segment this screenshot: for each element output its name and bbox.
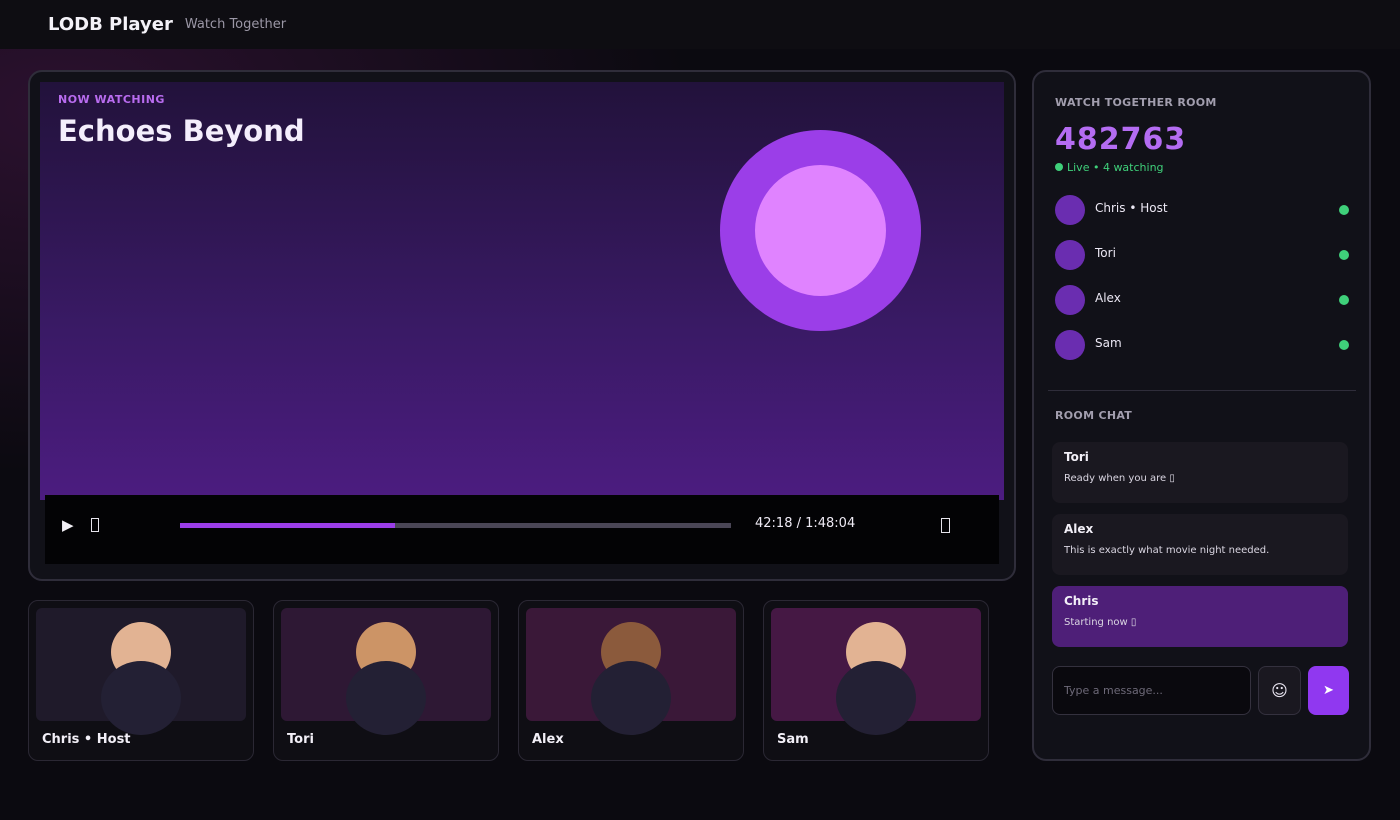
chat-label: ROOM CHAT bbox=[1055, 409, 1133, 422]
online-dot-icon bbox=[1339, 340, 1349, 350]
video-frame[interactable]: NOW WATCHING Echoes Beyond bbox=[40, 82, 1004, 500]
chat-message: Alex This is exactly what movie night ne… bbox=[1052, 514, 1348, 575]
avatar bbox=[1055, 195, 1085, 225]
avatar bbox=[1055, 285, 1085, 315]
participant-body bbox=[836, 661, 916, 735]
room-code: 482763 bbox=[1055, 122, 1187, 157]
progress-bar[interactable] bbox=[180, 523, 731, 528]
smiley-icon: ☺ bbox=[1271, 681, 1288, 700]
time-display: 42:18 / 1:48:04 bbox=[755, 516, 856, 531]
participant-tile[interactable]: Chris • Host bbox=[28, 600, 254, 761]
member-item[interactable]: Sam bbox=[1055, 330, 1355, 360]
message-text: Starting now ▯ bbox=[1064, 617, 1137, 628]
member-name: Chris • Host bbox=[1095, 201, 1168, 215]
online-dot-icon bbox=[1339, 250, 1349, 260]
avatar bbox=[1055, 330, 1085, 360]
artwork-orb-inner bbox=[755, 165, 886, 296]
movie-title: Echoes Beyond bbox=[58, 114, 305, 148]
fullscreen-button[interactable] bbox=[939, 515, 951, 535]
participant-tile[interactable]: Tori bbox=[273, 600, 499, 761]
chat-message: Tori Ready when you are ▯ bbox=[1052, 442, 1348, 503]
participant-body bbox=[101, 661, 181, 735]
chat-message-own: Chris Starting now ▯ bbox=[1052, 586, 1348, 647]
player-controls: ▶ 42:18 / 1:48:04 bbox=[45, 495, 999, 564]
top-bar: LODB Player Watch Together bbox=[0, 0, 1400, 49]
member-name: Alex bbox=[1095, 291, 1121, 305]
room-status: Live • 4 watching bbox=[1055, 161, 1164, 174]
room-status-text: Live • 4 watching bbox=[1067, 161, 1164, 174]
app-title: LODB Player bbox=[48, 14, 173, 35]
message-text: Ready when you are ▯ bbox=[1064, 473, 1175, 484]
app-subtitle: Watch Together bbox=[184, 17, 287, 32]
online-dot-icon bbox=[1339, 205, 1349, 215]
emoji-button[interactable]: ☺ bbox=[1258, 666, 1301, 715]
volume-button[interactable] bbox=[89, 515, 101, 535]
play-button[interactable]: ▶ bbox=[62, 515, 74, 535]
member-name: Sam bbox=[1095, 336, 1122, 350]
participant-name: Alex bbox=[532, 732, 564, 747]
member-item[interactable]: Tori bbox=[1055, 240, 1355, 270]
progress-fill bbox=[180, 523, 395, 528]
chat-input[interactable] bbox=[1052, 666, 1251, 715]
participant-name: Chris • Host bbox=[42, 732, 131, 747]
video-player: NOW WATCHING Echoes Beyond ▶ 42:18 / 1:4… bbox=[28, 70, 1016, 581]
message-text: This is exactly what movie night needed. bbox=[1064, 545, 1270, 556]
avatar bbox=[1055, 240, 1085, 270]
participant-body bbox=[346, 661, 426, 735]
member-item[interactable]: Alex bbox=[1055, 285, 1355, 315]
message-author: Chris bbox=[1064, 594, 1099, 608]
message-author: Alex bbox=[1064, 522, 1094, 536]
participant-body bbox=[591, 661, 671, 735]
participant-name: Tori bbox=[287, 732, 314, 747]
volume-icon bbox=[91, 518, 99, 532]
now-watching-label: NOW WATCHING bbox=[58, 93, 165, 106]
online-dot-icon bbox=[1339, 295, 1349, 305]
live-dot-icon bbox=[1055, 163, 1063, 171]
member-item[interactable]: Chris • Host bbox=[1055, 195, 1355, 225]
participant-tile[interactable]: Alex bbox=[518, 600, 744, 761]
room-label: WATCH TOGETHER ROOM bbox=[1055, 96, 1217, 109]
participant-tile[interactable]: Sam bbox=[763, 600, 989, 761]
member-name: Tori bbox=[1095, 246, 1116, 260]
room-panel: WATCH TOGETHER ROOM 482763 Live • 4 watc… bbox=[1032, 70, 1371, 761]
divider bbox=[1048, 390, 1356, 391]
send-button[interactable]: ➤ bbox=[1308, 666, 1349, 715]
send-icon: ➤ bbox=[1323, 683, 1334, 698]
message-author: Tori bbox=[1064, 450, 1089, 464]
participant-name: Sam bbox=[777, 732, 809, 747]
fullscreen-icon bbox=[941, 518, 950, 533]
